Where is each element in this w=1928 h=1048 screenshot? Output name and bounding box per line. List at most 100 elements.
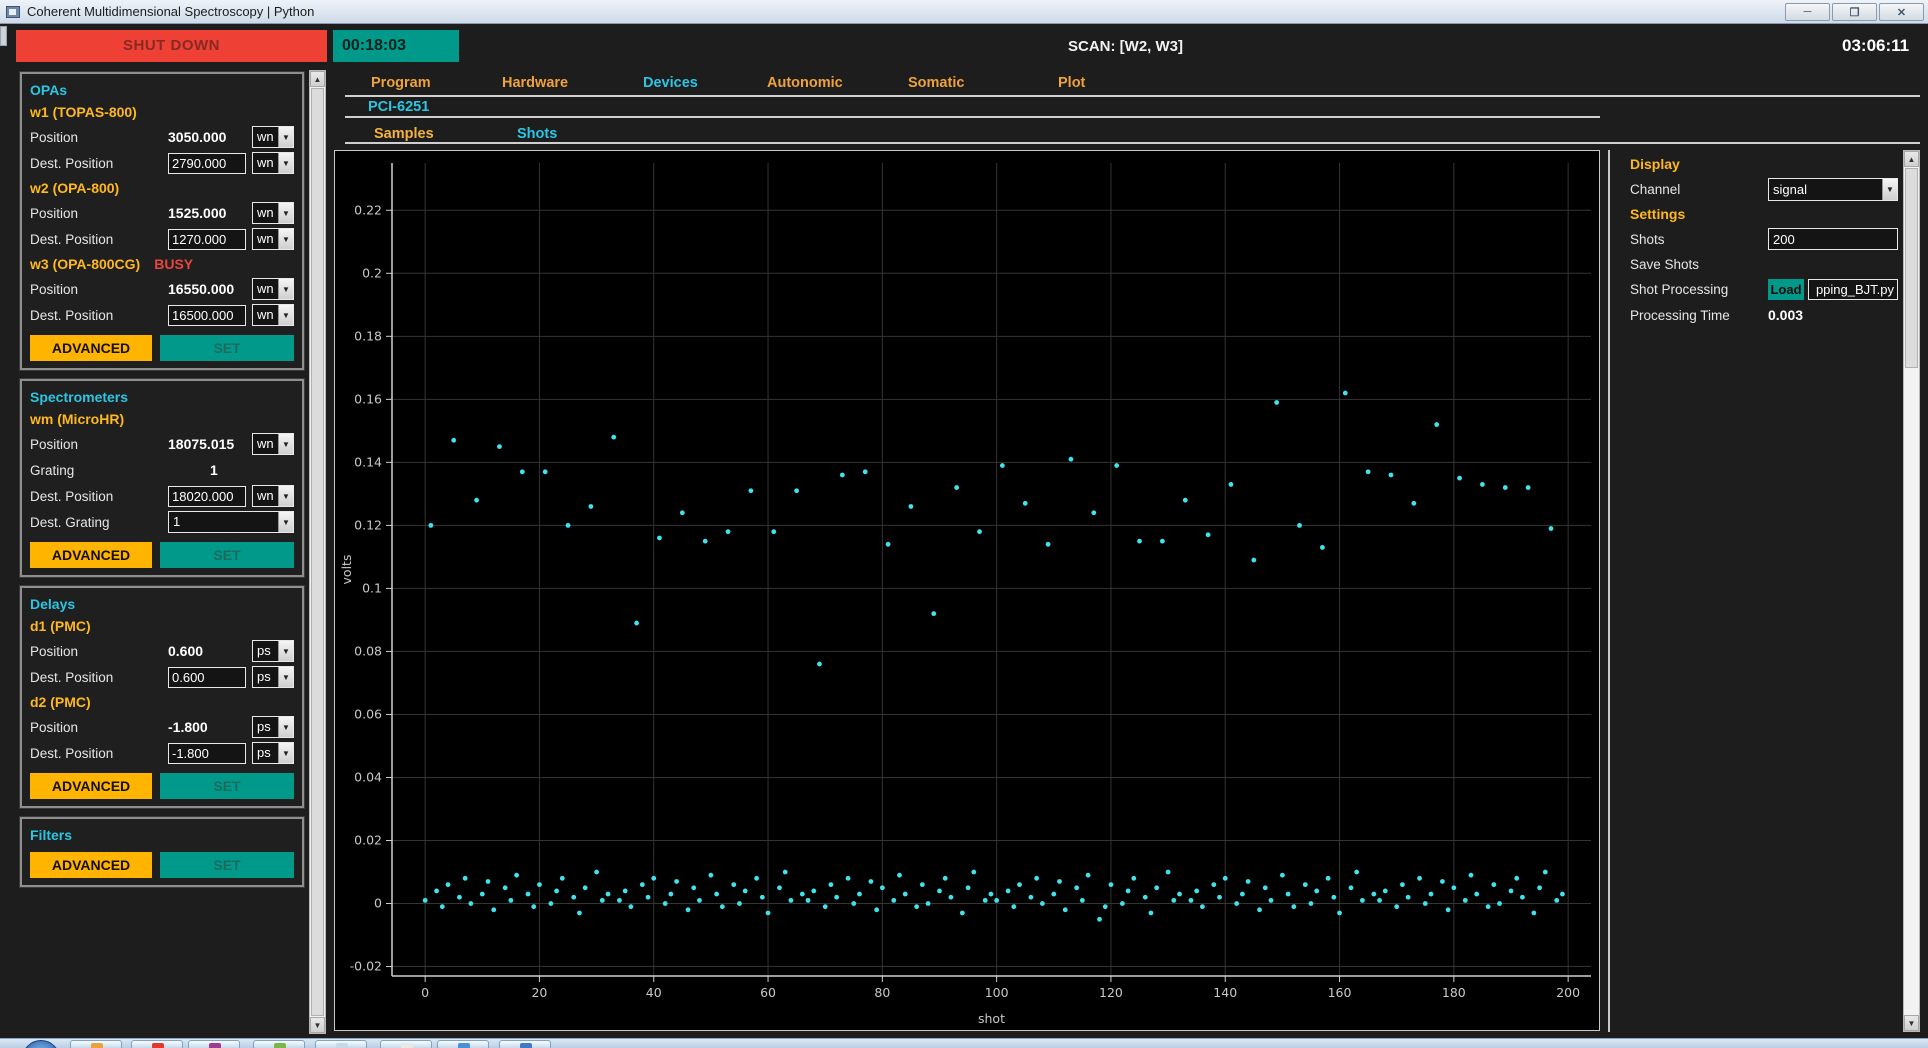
value-slot: 16550.000 [168,281,252,297]
menu-item-somatic[interactable]: Somatic [908,75,964,91]
chevron-down-icon[interactable]: ▼ [1882,178,1897,200]
data-point [748,488,754,494]
chevron-down-icon[interactable]: ▼ [278,743,293,763]
tick-label: 140 [1213,985,1237,1000]
chevron-down-icon[interactable]: ▼ [278,641,293,661]
menu-item-plot[interactable]: Plot [1058,75,1085,91]
tab-samples[interactable]: Samples [374,126,434,142]
data-point [1365,469,1371,475]
taskbar-app-button[interactable] [499,1040,551,1048]
chevron-down-icon[interactable]: ▼ [278,667,293,687]
right-scrollbar-thumb[interactable] [1905,168,1918,368]
unit-select[interactable]: wn ▼ [252,126,294,148]
advanced-button[interactable]: ADVANCED [30,542,152,568]
shutdown-button[interactable]: SHUT DOWN [16,30,327,62]
unit-select[interactable]: ps ▼ [252,742,294,764]
taskbar-app-button[interactable] [315,1040,367,1048]
menu-item-autonomic[interactable]: Autonomic [767,75,843,91]
sidebar-scrollbar-thumb[interactable] [311,88,324,1016]
taskbar-app-button[interactable] [70,1040,122,1048]
position-value: -1.800 [168,719,208,735]
set-button[interactable]: SET [160,852,294,878]
dest-position-input[interactable] [168,228,246,250]
chevron-down-icon[interactable]: ▼ [278,153,293,173]
chevron-down-icon[interactable]: ▼ [278,127,293,147]
device-tab-separator [345,116,1600,118]
taskbar-app-button[interactable] [437,1040,489,1048]
chevron-down-icon[interactable]: ▼ [278,203,293,223]
chevron-down-icon[interactable]: ▼ [278,717,293,737]
chevron-down-icon[interactable]: ▼ [278,486,293,506]
advanced-button[interactable]: ADVANCED [30,773,152,799]
unit-value: wn [257,281,274,296]
tick-label: 0.14 [354,454,382,469]
data-point [1057,879,1062,884]
load-button[interactable]: Load [1768,278,1804,300]
menu-item-devices[interactable]: Devices [643,75,698,91]
scatter-plot[interactable]: -0.02 0 0.02 0.04 0.06 0.08 0.1 0.12 0.14 0.16 0.1… [335,151,1599,1030]
scroll-down-icon[interactable]: ▼ [310,1017,325,1033]
close-button[interactable]: ✕ [1879,3,1924,21]
right-panel-scrollbar[interactable]: ▲ ▼ [1903,150,1920,1032]
dest-grating-select[interactable]: 1 ▼ [168,511,294,533]
data-point [1302,882,1308,888]
chevron-down-icon[interactable]: ▼ [278,512,293,532]
unit-select[interactable]: wn ▼ [252,485,294,507]
processing-file-field[interactable]: pping_BJT.py [1808,278,1898,300]
menu-item-program[interactable]: Program [371,75,431,91]
set-button[interactable]: SET [160,335,294,361]
unit-select[interactable]: wn ▼ [252,152,294,174]
taskbar-app-button[interactable] [131,1040,183,1048]
unit-select[interactable]: wn ▼ [252,202,294,224]
unit-select[interactable]: wn ▼ [252,304,294,326]
restore-button[interactable]: ❐ [1832,3,1877,21]
data-point [828,882,834,888]
channel-row: Channel signal ▼ [1630,176,1898,202]
data-point [1422,901,1428,906]
dest-position-input[interactable] [168,152,246,174]
minimize-button[interactable]: ─ [1785,3,1830,21]
dest-position-input[interactable] [168,304,246,326]
value-slot [168,742,252,764]
data-point [1468,872,1474,878]
data-point [1342,390,1348,396]
channel-value: signal [1773,181,1807,197]
taskbar-app-button[interactable] [188,1040,240,1048]
hardware-name: w3 (OPA-800CG) [30,256,141,272]
unit-select[interactable]: wn ▼ [252,228,294,250]
device-tab-pci-6251[interactable]: PCI-6251 [368,99,429,115]
scroll-up-icon[interactable]: ▲ [310,71,325,87]
channel-select[interactable]: signal ▼ [1768,177,1898,201]
unit-select[interactable]: wn ▼ [252,278,294,300]
taskbar-app-button[interactable] [380,1040,432,1048]
unit-select[interactable]: ps ▼ [252,666,294,688]
scroll-down-icon[interactable]: ▼ [1904,1015,1919,1031]
position-value: 16550.000 [168,281,235,297]
sidebar-scrollbar[interactable]: ▲ ▼ [309,70,326,1034]
chevron-down-icon[interactable]: ▼ [278,279,293,299]
dest-position-input[interactable] [168,666,246,688]
chevron-down-icon[interactable]: ▼ [278,305,293,325]
advanced-button[interactable]: ADVANCED [30,852,152,878]
unit-select[interactable]: wn ▼ [252,433,294,455]
scroll-up-icon[interactable]: ▲ [1904,151,1919,167]
data-point [1154,885,1160,891]
shots-input[interactable] [1768,228,1898,250]
field-label: Position [30,205,79,221]
taskbar-app-button[interactable] [253,1040,305,1048]
chevron-down-icon[interactable]: ▼ [278,229,293,249]
tab-shots[interactable]: Shots [517,126,557,142]
field-label: Position [30,719,79,735]
dest-position-input[interactable] [168,485,246,507]
set-button[interactable]: SET [160,542,294,568]
chevron-down-icon[interactable]: ▼ [278,434,293,454]
data-point [468,901,474,906]
dest-position-input[interactable] [168,742,246,764]
data-point [1251,557,1257,563]
set-button[interactable]: SET [160,773,294,799]
unit-select[interactable]: ps ▼ [252,640,294,662]
advanced-button[interactable]: ADVANCED [30,335,152,361]
menu-item-hardware[interactable]: Hardware [502,75,568,91]
data-point [622,888,628,894]
unit-select[interactable]: ps ▼ [252,716,294,738]
